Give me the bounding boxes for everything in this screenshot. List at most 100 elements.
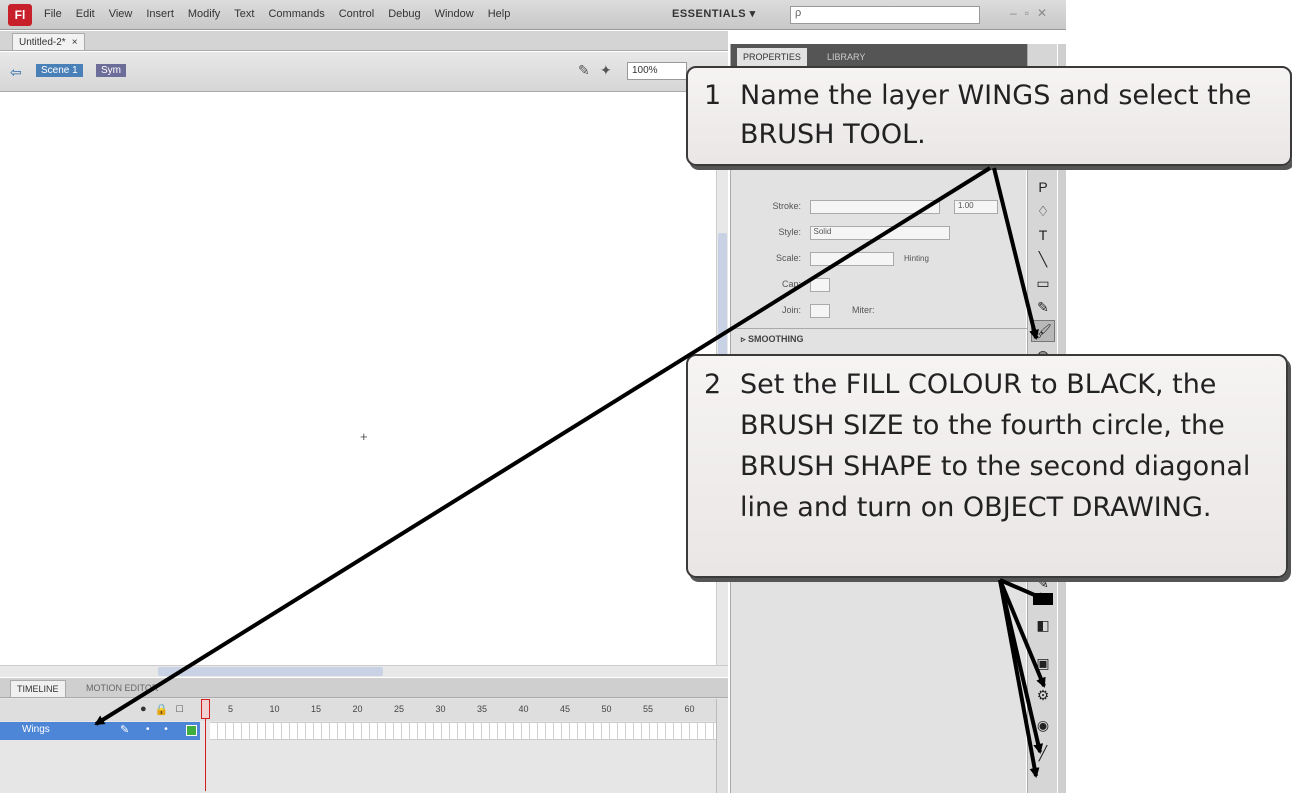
workspace-switcher[interactable]: ESSENTIALS ▾ (672, 7, 756, 20)
frame-number: 25 (394, 704, 405, 714)
tab-library[interactable]: LIBRARY (821, 48, 871, 66)
brush-tool-icon[interactable]: 🖌 (1031, 320, 1055, 342)
frame-number: 55 (643, 704, 654, 714)
document-tabs: Untitled-2* × (0, 31, 728, 51)
menu-help[interactable]: Help (488, 8, 511, 20)
stage-horizontal-scrollbar[interactable] (0, 665, 728, 677)
tab-close-icon[interactable]: × (72, 37, 78, 48)
frame-number: 50 (601, 704, 612, 714)
frame-number: 5 (228, 704, 234, 714)
menu-file[interactable]: File (44, 8, 62, 20)
lasso-tool-icon[interactable]: P (1031, 176, 1055, 198)
menu-text[interactable]: Text (234, 8, 254, 20)
tab-untitled-2[interactable]: Untitled-2* × (12, 33, 85, 50)
smoothing-section-header[interactable]: ▹ SMOOTHING (741, 334, 804, 345)
app-logo-icon: Fl (8, 4, 32, 26)
callout-step-number: 1 (704, 80, 722, 111)
pencil-tool-icon[interactable]: ✎ (1031, 296, 1055, 318)
callout-step-text: Name the layer WINGS and select the BRUS… (740, 80, 1252, 150)
show-hide-icon[interactable]: ● (140, 703, 147, 716)
scroll-thumb[interactable] (158, 667, 383, 676)
frame-number: 15 (311, 704, 322, 714)
frame-number: 10 (269, 704, 280, 714)
miter-label: Miter: (852, 305, 875, 316)
menu-debug[interactable]: Debug (388, 8, 420, 20)
stage[interactable]: + (0, 93, 716, 665)
join-select[interactable] (809, 304, 830, 318)
document-tab-label: Untitled-2* (19, 36, 66, 48)
menu-control[interactable]: Control (339, 8, 374, 20)
layer-toggles: ● 🔒 □ (140, 703, 183, 716)
layer-color-icon[interactable] (186, 725, 197, 736)
edit-scene-icon[interactable]: ✎ (578, 62, 596, 80)
divider (731, 328, 1027, 329)
brush-shape-icon[interactable]: ╱ (1031, 742, 1055, 764)
symbol-breadcrumb[interactable]: Sym (96, 64, 126, 77)
menu-window[interactable]: Window (435, 8, 474, 20)
scale-select[interactable] (809, 252, 894, 266)
scene-breadcrumb[interactable]: Scene 1 (36, 64, 83, 77)
layer-row-wings[interactable]: Wings ✎ • • (0, 722, 200, 740)
search-icon: ρ (795, 7, 802, 19)
close-icon[interactable]: ✕ (1037, 6, 1047, 20)
callout-step-number: 2 (704, 369, 722, 400)
layer-name[interactable]: Wings (22, 724, 50, 735)
layer-state-dots[interactable]: • • (146, 724, 174, 735)
tab-properties[interactable]: PROPERTIES (737, 48, 807, 66)
join-row: Join: Miter: (753, 304, 875, 318)
pen-tool-icon[interactable]: ♢ (1031, 200, 1055, 222)
text-tool-icon[interactable]: T (1031, 224, 1055, 246)
minimize-icon[interactable]: – (1010, 6, 1017, 20)
menu-commands[interactable]: Commands (268, 8, 324, 20)
lock-fill-icon[interactable]: ⚙ (1031, 684, 1055, 706)
style-select[interactable]: Solid (809, 226, 950, 240)
stroke-row: Stroke: 1.00 (753, 200, 999, 214)
cap-select[interactable] (809, 278, 830, 292)
menu-bar: Fl File Edit View Insert Modify Text Com… (0, 0, 1066, 30)
menu-view[interactable]: View (109, 8, 133, 20)
menu-modify[interactable]: Modify (188, 8, 220, 20)
line-tool-icon[interactable]: ╲ (1031, 248, 1055, 270)
style-row: Style: Solid (753, 226, 950, 240)
frame-number: 30 (435, 704, 446, 714)
stroke-value-input[interactable]: 1.00 (954, 200, 999, 214)
timeline-tabs: TIMELINE MOTION EDITOR (0, 678, 728, 698)
zoom-select[interactable]: 100% (627, 62, 687, 80)
maximize-icon[interactable]: ▫ (1025, 6, 1029, 20)
menu-items: File Edit View Insert Modify Text Comman… (44, 8, 510, 20)
help-search-input[interactable]: ρ (790, 6, 980, 24)
lock-icon[interactable]: 🔒 (155, 703, 169, 716)
edit-symbols-icon[interactable]: ✦ (600, 62, 618, 80)
timeline-panel: TIMELINE MOTION EDITOR ● 🔒 □ 5 10 15 20 … (0, 678, 728, 793)
stroke-slider[interactable] (809, 200, 940, 214)
frame-number: 35 (477, 704, 488, 714)
layer-frames[interactable] (210, 722, 716, 740)
registration-crosshair-icon: + (360, 429, 368, 444)
frame-ruler: 5 10 15 20 25 30 35 40 45 50 55 60 (228, 704, 726, 714)
scale-label: Scale: (775, 253, 801, 264)
rectangle-tool-icon[interactable]: ▭ (1031, 272, 1055, 294)
tab-motion-editor[interactable]: MOTION EDITOR (80, 680, 164, 697)
brush-size-icon[interactable]: ◉ (1031, 714, 1055, 736)
edit-bar: ⇦ Scene 1 Sym ✎ ✦ 100% (0, 52, 728, 92)
cap-label: Cap: (781, 279, 801, 290)
callout-step-2: 2 Set the FILL COLOUR to BLACK, the BRUS… (686, 354, 1288, 578)
join-label: Join: (781, 305, 801, 316)
frame-number: 45 (560, 704, 571, 714)
playhead[interactable] (201, 699, 210, 793)
hinting-checkbox[interactable]: Hinting (904, 254, 929, 263)
style-label: Style: (778, 227, 801, 238)
menu-edit[interactable]: Edit (76, 8, 95, 20)
tab-timeline[interactable]: TIMELINE (10, 680, 66, 697)
object-drawing-icon[interactable]: ◧ (1031, 614, 1055, 636)
outline-icon[interactable]: □ (176, 703, 183, 716)
scale-row: Scale: Hinting (753, 252, 929, 266)
brush-mode-icon[interactable]: ▣ (1031, 652, 1055, 674)
back-arrow-icon[interactable]: ⇦ (10, 64, 28, 80)
menu-insert[interactable]: Insert (146, 8, 174, 20)
pencil-icon: ✎ (120, 724, 130, 736)
callout-step-text: Set the FILL COLOUR to BLACK, the BRUSH … (740, 369, 1251, 523)
timeline-scrollbar[interactable] (716, 699, 728, 793)
fill-color-tool[interactable] (1033, 593, 1053, 605)
cap-row: Cap: (753, 278, 830, 292)
